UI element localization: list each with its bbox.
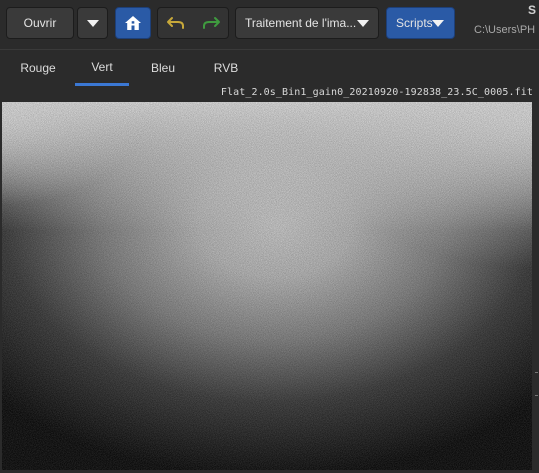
open-menu-dropdown-button[interactable] — [77, 7, 108, 39]
scripts-caret-icon — [432, 20, 444, 27]
flat-frame-image — [2, 102, 532, 470]
working-directory-path: C:\Users\PH — [474, 24, 536, 36]
dropdown-caret-icon — [86, 19, 99, 27]
tab-blue-label: Bleu — [150, 61, 176, 75]
tab-rgb-label: RVB — [213, 61, 239, 75]
home-button[interactable] — [115, 7, 151, 39]
tab-blue[interactable]: Bleu — [136, 50, 190, 86]
channel-tabs: Rouge Vert Bleu RVB — [0, 49, 539, 87]
image-filename: Flat_2.0s_Bin1_gain0_20210920-192838_23.… — [220, 87, 533, 98]
scripts-label: Scripts — [396, 16, 433, 30]
window-title-partial: S — [528, 3, 537, 17]
redo-icon — [203, 17, 220, 29]
tab-red-label: Rouge — [20, 61, 56, 75]
image-viewer[interactable] — [2, 102, 532, 470]
open-button[interactable]: Ouvrir — [6, 7, 74, 39]
image-processing-menu[interactable]: Traitement de l'ima... — [235, 7, 379, 39]
image-processing-caret-icon — [357, 20, 369, 27]
scroll-tick-mark — [535, 395, 538, 396]
scroll-tick-mark — [535, 372, 538, 373]
toolbar: Ouvrir Traitement de l'ima... Scripts S … — [0, 0, 539, 49]
tab-green-label: Vert — [91, 59, 113, 74]
tab-red[interactable]: Rouge — [11, 50, 65, 86]
tab-green[interactable]: Vert — [75, 50, 129, 86]
scripts-menu[interactable]: Scripts — [386, 7, 455, 39]
tab-rgb[interactable]: RVB — [199, 50, 253, 86]
home-icon — [125, 16, 141, 30]
undo-icon — [166, 17, 184, 29]
viewer-scroll-edge[interactable] — [533, 102, 539, 470]
undo-button[interactable] — [158, 8, 193, 38]
redo-button[interactable] — [193, 8, 229, 38]
undo-redo-group — [157, 7, 229, 39]
image-processing-label: Traitement de l'ima... — [245, 16, 357, 30]
open-button-label: Ouvrir — [23, 16, 57, 30]
